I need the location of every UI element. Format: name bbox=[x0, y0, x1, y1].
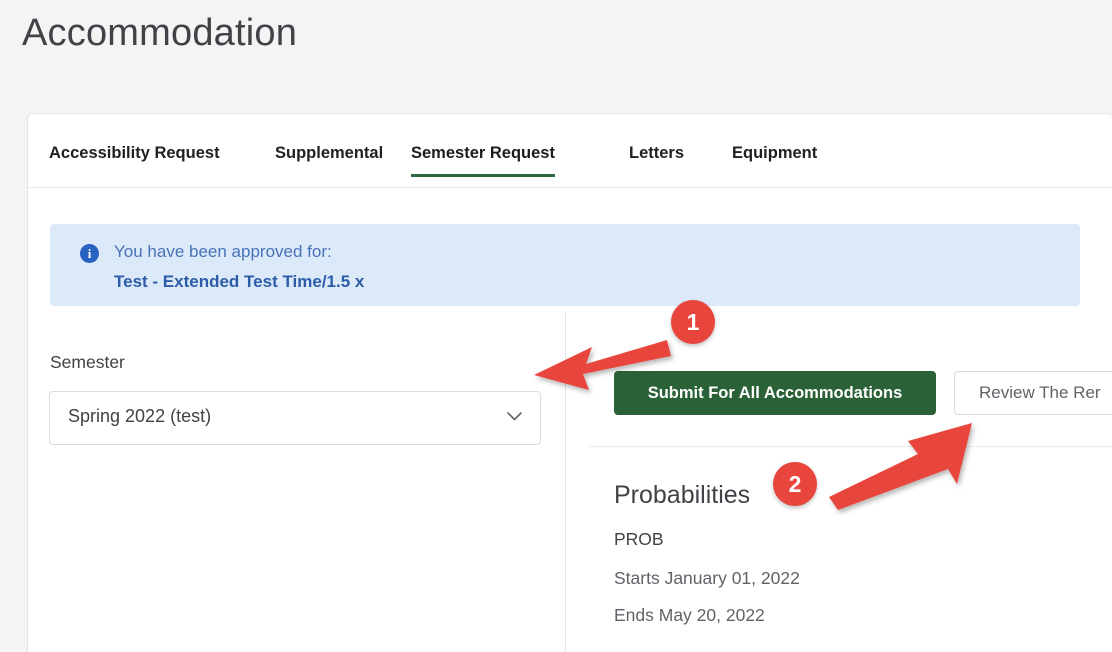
semester-select[interactable]: Spring 2022 (test) bbox=[49, 391, 541, 445]
active-tab-underline bbox=[411, 174, 555, 177]
screenshot-root: Accommodation Accessibility Request Supp… bbox=[0, 0, 1112, 652]
tab-equipment[interactable]: Equipment bbox=[732, 144, 817, 163]
tab-letters[interactable]: Letters bbox=[629, 144, 684, 163]
alert-accommodation-name: Test - Extended Test Time/1.5 x bbox=[114, 272, 365, 291]
tab-supplemental[interactable]: Supplemental bbox=[275, 144, 383, 163]
probabilities-code: PROB bbox=[614, 529, 664, 549]
submit-for-all-accommodations-button[interactable]: Submit For All Accommodations bbox=[614, 371, 936, 415]
probabilities-heading: Probabilities bbox=[614, 481, 751, 509]
actions-divider bbox=[588, 446, 1112, 447]
approval-alert: i You have been approved for: Test - Ext… bbox=[50, 224, 1080, 306]
tab-label: Supplemental bbox=[275, 144, 384, 162]
chevron-down-icon bbox=[507, 412, 522, 421]
review-the-remaining-button[interactable]: Review The Rer bbox=[954, 371, 1112, 415]
page-title: Accommodation bbox=[22, 12, 298, 54]
tab-label: Semester Request bbox=[411, 144, 555, 162]
tab-semester-request[interactable]: Semester Request bbox=[411, 144, 555, 177]
tab-bar: Accessibility Request Supplemental Semes… bbox=[28, 114, 1112, 188]
accommodation-card: Accessibility Request Supplemental Semes… bbox=[27, 113, 1112, 652]
tab-label: Letters bbox=[629, 144, 685, 162]
alert-primary-text: You have been approved for: bbox=[114, 242, 332, 261]
probabilities-start-date: Starts January 01, 2022 bbox=[614, 568, 800, 588]
tab-label: Accessibility Request bbox=[49, 144, 220, 162]
tab-accessibility-request[interactable]: Accessibility Request bbox=[49, 144, 220, 163]
review-button-label: Review The Rer bbox=[979, 383, 1101, 402]
info-icon: i bbox=[80, 244, 99, 263]
tab-label: Equipment bbox=[732, 144, 818, 162]
column-divider bbox=[565, 312, 566, 652]
semester-field-label: Semester bbox=[50, 352, 125, 372]
probabilities-end-date: Ends May 20, 2022 bbox=[614, 605, 765, 625]
semester-select-value: Spring 2022 (test) bbox=[68, 406, 212, 426]
